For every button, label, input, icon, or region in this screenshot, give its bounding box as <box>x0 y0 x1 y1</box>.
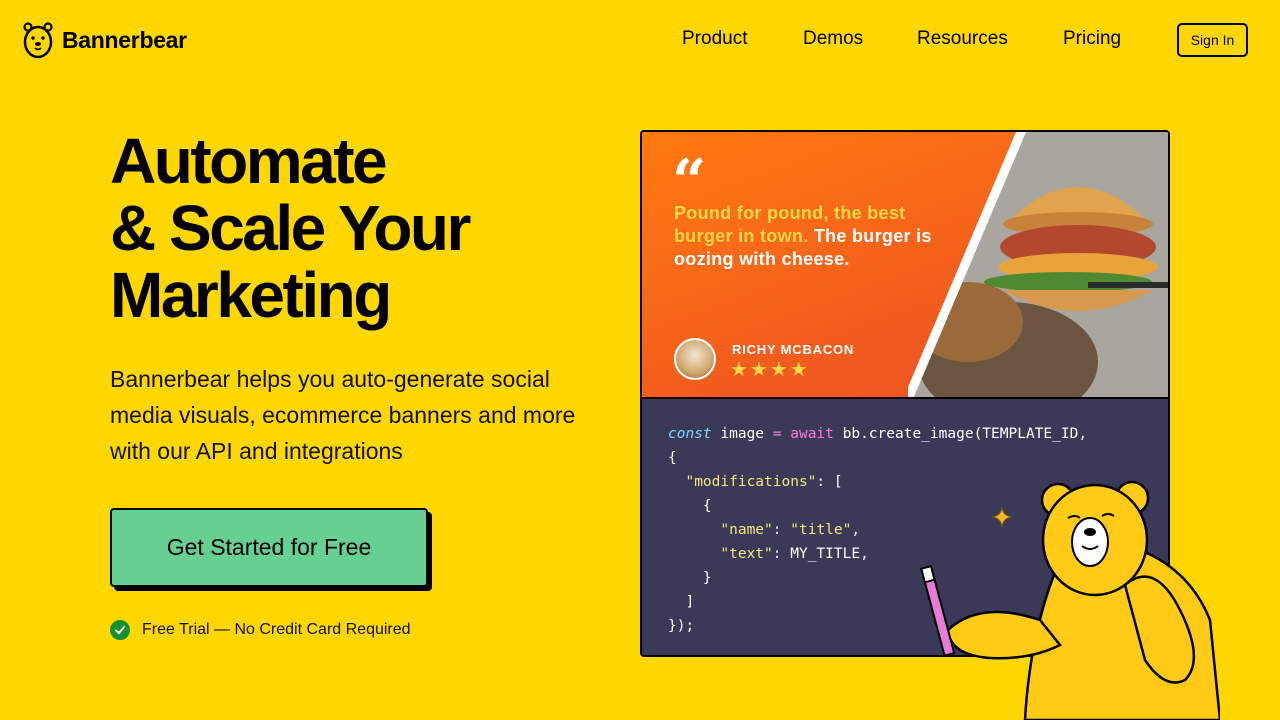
bear-logo-icon <box>23 22 53 59</box>
logo[interactable]: Bannerbear <box>22 21 187 59</box>
code-token: } <box>668 570 712 586</box>
get-started-button[interactable]: Get Started for Free <box>110 508 428 587</box>
sign-in-button[interactable]: Sign In <box>1177 23 1248 57</box>
code-token: "name" <box>720 522 773 538</box>
code-token: { <box>668 498 712 514</box>
nav-resources[interactable]: Resources <box>917 28 1008 50</box>
burger-image <box>908 132 1168 397</box>
code-token: const <box>668 426 712 442</box>
code-token: = <box>772 426 782 442</box>
code-line: const image = await bb.create_image(TEMP… <box>668 422 1087 446</box>
code-token: ] <box>668 594 695 610</box>
code-token: await <box>790 426 834 442</box>
code-token: "modifications" <box>685 474 817 490</box>
headline-line-2: & Scale Your <box>110 192 471 264</box>
headline-line-3: Marketing <box>110 259 392 331</box>
code-token: : <box>772 522 791 538</box>
code-token: }); <box>668 618 695 634</box>
banner-quote: Pound for pound, the best burger in town… <box>674 202 934 271</box>
nav-pricing[interactable]: Pricing <box>1063 28 1121 50</box>
code-token: { <box>668 450 677 466</box>
hero-subtext: Bannerbear helps you auto-generate socia… <box>110 366 576 464</box>
nav-product[interactable]: Product <box>682 28 747 50</box>
code-token: bb.create_image(TEMPLATE_ID, <box>833 426 1088 442</box>
burger-photo <box>908 132 1168 397</box>
free-trial-text: Free Trial — No Credit Card Required <box>142 621 411 638</box>
code-token: : [ <box>816 474 843 490</box>
check-circle-icon <box>110 620 130 640</box>
headline-line-1: Automate <box>110 125 388 197</box>
nav-demos[interactable]: Demos <box>803 28 863 50</box>
code-token: , <box>851 522 861 538</box>
code-token: "text" <box>720 546 773 562</box>
code-line: { <box>668 446 1087 470</box>
generated-banner: “ Pound for pound, the best burger in to… <box>642 132 1168 399</box>
code-token: "title" <box>790 522 852 538</box>
free-trial-note: Free Trial — No Credit Card Required <box>110 620 411 640</box>
site-header: Bannerbear Product Demos Resources Prici… <box>0 0 1280 80</box>
bear-mascot-icon <box>920 480 1220 720</box>
logo-text: Bannerbear <box>62 26 187 53</box>
author-name: RICHY MCBACON <box>732 342 855 357</box>
rating-stars: ★★★★ <box>730 359 810 381</box>
code-token: image <box>711 426 773 442</box>
code-token: : MY_TITLE, <box>772 546 869 562</box>
hero-headline: Automate & Scale Your Marketing <box>110 128 590 329</box>
author-avatar <box>674 338 716 380</box>
